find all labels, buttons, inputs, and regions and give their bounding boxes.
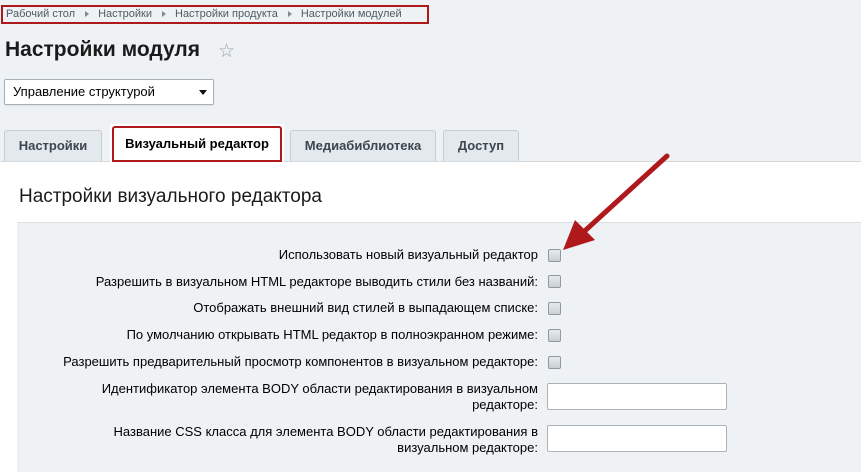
breadcrumb-item-desktop[interactable]: Рабочий стол xyxy=(6,8,75,20)
option-label-body-id: Идентификатор элемента BODY области реда… xyxy=(101,381,538,412)
body-id-input[interactable] xyxy=(547,383,727,410)
annotation-arrow-icon xyxy=(563,153,670,250)
checkbox-component-preview[interactable] xyxy=(548,356,561,369)
breadcrumb-separator-icon xyxy=(162,11,166,18)
breadcrumb-item-product-settings[interactable]: Настройки продукта xyxy=(175,8,278,20)
breadcrumb-separator-icon xyxy=(287,11,292,18)
option-label-component-preview: Разрешить предварительный просмотр компо… xyxy=(63,354,538,369)
breadcrumb-separator-icon xyxy=(85,11,90,18)
option-label-fullscreen-mode: По умолчанию открывать HTML редактор в п… xyxy=(126,327,538,342)
module-select[interactable]: Управление структурой xyxy=(4,79,214,105)
tab-settings[interactable]: Настройки xyxy=(4,130,102,161)
favorite-star-icon[interactable]: ☆ xyxy=(218,40,235,63)
option-label-styles-without-names: Разрешить в визуальном HTML редакторе вы… xyxy=(95,274,538,289)
checkbox-fullscreen-mode[interactable] xyxy=(548,329,561,342)
chevron-down-icon xyxy=(199,90,207,95)
option-label-styles-in-dropdown: Отображать внешний вид стилей в выпадающ… xyxy=(193,300,538,315)
option-label-body-css-class: Название CSS класса для элемента BODY об… xyxy=(113,424,538,455)
tab-visual-editor[interactable]: Визуальный редактор xyxy=(112,126,282,162)
breadcrumb-item-settings[interactable]: Настройки xyxy=(98,8,152,20)
checkbox-styles-without-names[interactable] xyxy=(548,275,561,288)
breadcrumb-item-module-settings[interactable]: Настройки модулей xyxy=(301,8,402,20)
page-title: Настройки модуля xyxy=(5,38,201,61)
module-select-value: Управление структурой xyxy=(13,84,155,99)
breadcrumb: Рабочий стол Настройки Настройки продукта Н… xyxy=(1,5,429,24)
body-css-class-input[interactable] xyxy=(547,425,727,452)
section-title: Настройки визуального редактора xyxy=(19,186,322,207)
tab-access[interactable]: Доступ xyxy=(443,130,519,161)
tab-media-library[interactable]: Медиабиблиотека xyxy=(290,130,436,161)
checkbox-styles-in-dropdown[interactable] xyxy=(548,302,561,315)
option-label-new-visual-editor: Использовать новый визуальный редактор xyxy=(278,247,538,262)
